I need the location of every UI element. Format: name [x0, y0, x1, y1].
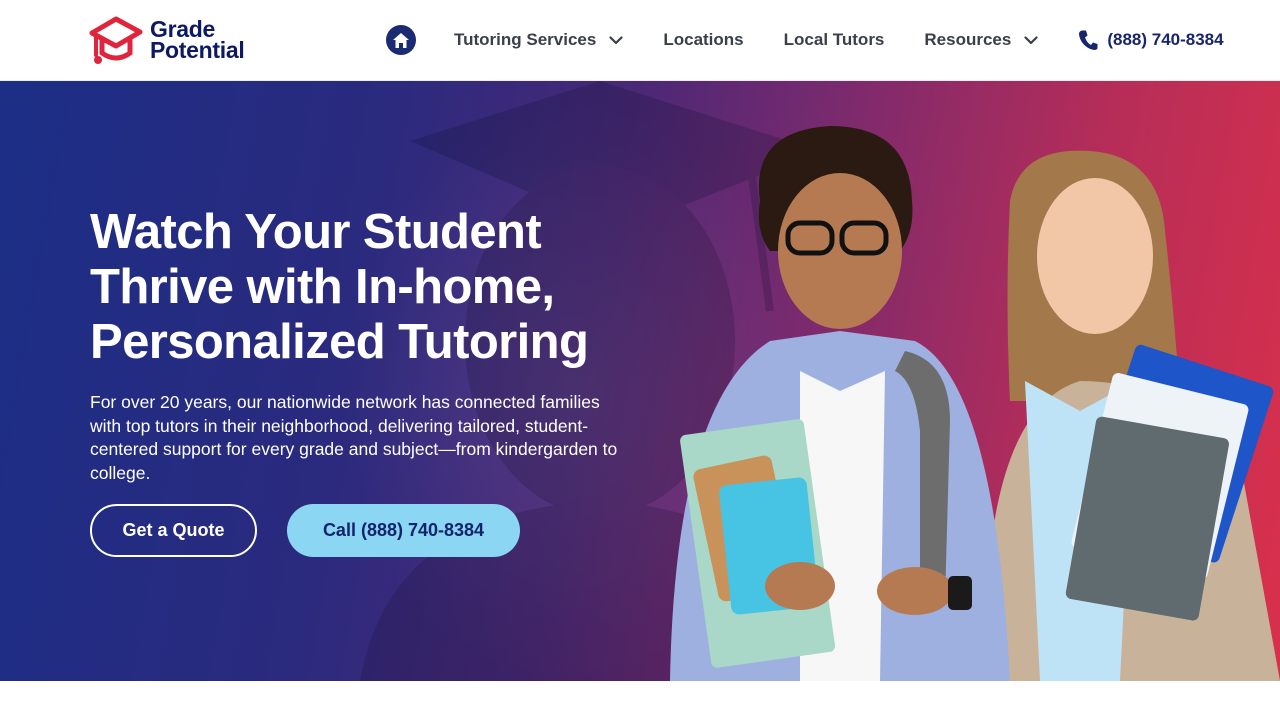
nav-item-label: Locations	[663, 30, 744, 49]
hero-section: Watch Your Student Thrive with In-home, …	[0, 81, 1280, 681]
nav-item-locations[interactable]: Locations	[663, 30, 743, 50]
brand-name: Grade Potential	[150, 18, 245, 63]
hero-headline-line1: Watch Your Student	[90, 205, 542, 259]
chevron-down-icon	[1024, 35, 1038, 44]
home-icon	[393, 32, 409, 48]
hero-headline-line3: Personalized Tutoring	[90, 315, 589, 369]
header-phone-link[interactable]: (888) 740-8384	[1078, 29, 1224, 51]
phone-icon	[1079, 30, 1098, 50]
hero-headline-line2: Thrive with In-home,	[90, 260, 555, 314]
graduation-cap-logo-icon	[89, 16, 143, 64]
hero-description: For over 20 years, our nationwide networ…	[90, 392, 618, 483]
get-a-quote-button[interactable]: Get a Quote	[90, 504, 257, 557]
nav-item-label: Resources	[924, 30, 1012, 49]
nav-item-tutoring-services[interactable]: Tutoring Services	[454, 30, 623, 50]
nav-item-local-tutors[interactable]: Local Tutors	[784, 30, 885, 50]
call-phone-button[interactable]: Call (888) 740-8384	[287, 504, 520, 557]
header-phone-number: (888) 740-8384	[1107, 30, 1224, 49]
chevron-down-icon	[609, 35, 623, 44]
students-hero-image	[670, 126, 1280, 681]
nav-item-resources[interactable]: Resources	[924, 30, 1038, 50]
nav-item-label: Tutoring Services	[454, 30, 597, 49]
main-nav: Tutoring Services Locations Local Tutors…	[386, 22, 1224, 58]
home-button[interactable]	[386, 25, 416, 55]
site-header: Grade Potential Tutoring Services Locati…	[0, 0, 1280, 81]
nav-item-label: Local Tutors	[783, 30, 885, 49]
brand-logo[interactable]: Grade Potential	[88, 13, 245, 67]
hero-headline: Watch Your Student Thrive with In-home, …	[90, 205, 690, 370]
brand-name-line2: Potential	[150, 37, 245, 63]
